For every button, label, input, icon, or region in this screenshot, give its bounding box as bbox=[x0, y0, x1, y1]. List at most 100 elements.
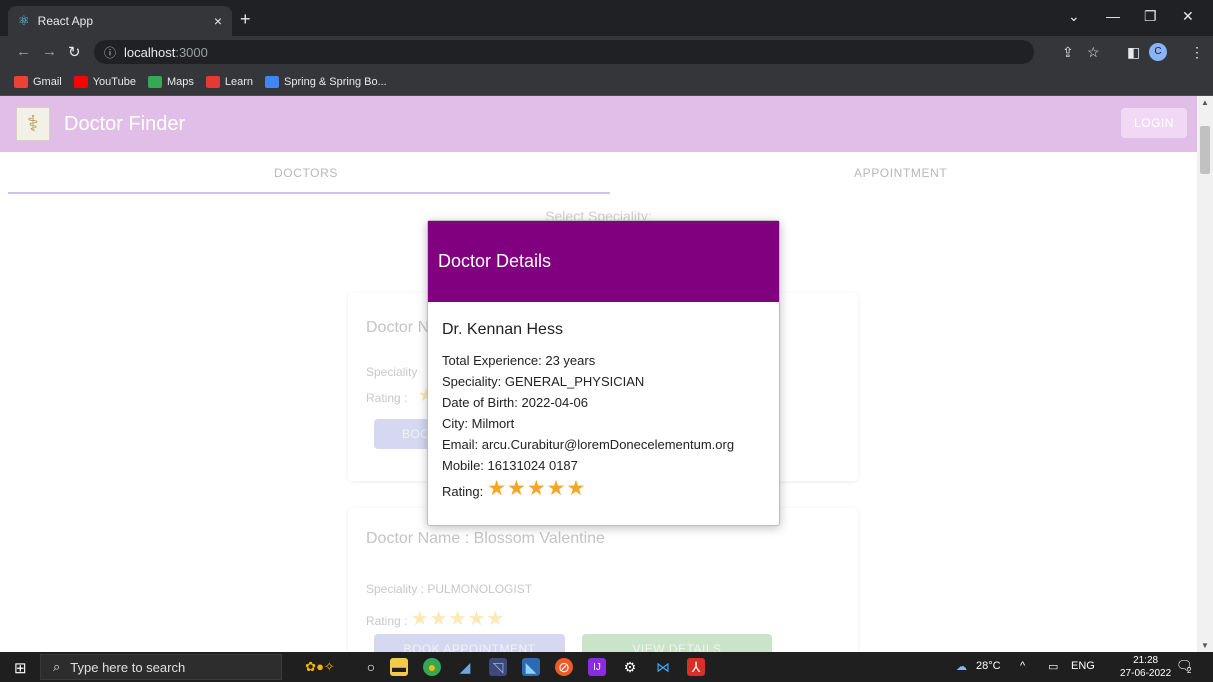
browser-tab[interactable]: ⚛ React App × bbox=[8, 6, 232, 36]
tray-expand-icon[interactable]: ^ bbox=[1020, 660, 1025, 672]
bookmark-maps[interactable]: Maps bbox=[147, 75, 194, 88]
widgets-icon[interactable]: ✿●✧ bbox=[290, 658, 350, 676]
notification-count: 2 bbox=[1187, 666, 1192, 675]
intellij-icon[interactable]: IJ bbox=[588, 658, 606, 676]
share-icon[interactable]: ⇪ bbox=[1062, 44, 1074, 61]
clock[interactable]: 21:28 27-06-2022 bbox=[1120, 654, 1171, 680]
address-bar: ← → ↻ ⓘ localhost:3000 ⇪ ☆ ◧ ⋮ bbox=[0, 36, 1213, 68]
rating-label: Rating : bbox=[366, 391, 408, 405]
gmail-icon bbox=[14, 75, 28, 88]
dialog-mobile: Mobile: 16131024 0187 bbox=[442, 458, 578, 473]
bookmark-learn[interactable]: Learn bbox=[205, 75, 254, 88]
back-icon[interactable]: ← bbox=[16, 43, 31, 60]
snip-icon[interactable]: ◹ bbox=[489, 658, 507, 676]
learn-icon bbox=[205, 75, 220, 88]
app-icon[interactable]: ◢ bbox=[456, 658, 474, 676]
window-close-icon[interactable]: ✕ bbox=[1182, 8, 1194, 25]
clock-date: 27-06-2022 bbox=[1120, 668, 1172, 679]
dialog-experience: Total Experience: 23 years bbox=[442, 353, 596, 368]
info-icon[interactable]: ⓘ bbox=[104, 44, 116, 61]
dialog-email: Email: arcu.Curabitur@loremDonecelementu… bbox=[442, 437, 735, 452]
doctor-card: Doctor Name : Blossom Valentine Speciali… bbox=[348, 508, 858, 652]
scroll-up-icon[interactable]: ▲ bbox=[1201, 98, 1209, 107]
weather-icon[interactable]: ☁ bbox=[956, 660, 967, 673]
windows-start-icon[interactable]: ⊞ bbox=[14, 659, 27, 677]
side-panel-icon[interactable]: ◧ bbox=[1127, 44, 1140, 61]
url-host: localhost bbox=[124, 44, 176, 60]
react-icon: ⚛ bbox=[18, 13, 30, 28]
weather-temp[interactable]: 28°C bbox=[976, 660, 1001, 672]
book-appointment-button[interactable]: BOO bbox=[374, 419, 434, 449]
bookmark-label: Learn bbox=[224, 75, 254, 88]
tab-appointment[interactable]: APPOINTMENT bbox=[854, 166, 947, 180]
search-placeholder: Type here to search bbox=[70, 659, 186, 675]
bookmark-youtube[interactable]: YouTube bbox=[73, 75, 136, 88]
bookmark-label: Gmail bbox=[33, 75, 62, 88]
chrome-icon[interactable]: ● bbox=[423, 658, 441, 676]
book-appointment-button[interactable]: BOOK APPOINTMENT bbox=[374, 634, 565, 652]
dialog-rating: Rating: ★★★★★ bbox=[442, 477, 587, 500]
login-button[interactable]: LOGIN bbox=[1121, 108, 1187, 138]
new-tab-icon[interactable]: + bbox=[240, 9, 251, 30]
forward-icon[interactable]: → bbox=[42, 43, 57, 60]
app-title: Doctor Finder bbox=[64, 112, 186, 135]
url-port: :3000 bbox=[175, 44, 208, 60]
taskbar-search[interactable]: ⌕ Type here to search bbox=[40, 654, 282, 680]
minimize-icon[interactable]: — bbox=[1106, 8, 1120, 24]
doctor-name: Doctor Name : Blossom Valentine bbox=[366, 530, 605, 547]
page-viewport: ⚕ Doctor Finder LOGIN DOCTORS APPOINTMEN… bbox=[0, 96, 1197, 652]
settings-icon[interactable]: ⚙ bbox=[621, 658, 639, 676]
maps-icon bbox=[147, 75, 162, 88]
bookmark-star-icon[interactable]: ☆ bbox=[1087, 44, 1100, 61]
scroll-down-icon[interactable]: ▼ bbox=[1201, 641, 1209, 650]
bookmark-spring[interactable]: Spring & Spring Bo... bbox=[265, 75, 387, 88]
bookmark-label: YouTube bbox=[92, 75, 136, 88]
dialog-city: City: Milmort bbox=[442, 416, 515, 431]
dialog-rating-stars: ★★★★★ bbox=[487, 477, 587, 500]
tab-doctors[interactable]: DOCTORS bbox=[274, 166, 338, 180]
scroll-thumb[interactable] bbox=[1200, 126, 1210, 174]
bookmark-label: Spring & Spring Bo... bbox=[284, 75, 387, 88]
bookmark-label: Maps bbox=[166, 75, 194, 88]
dialog-dob: Date of Birth: 2022-04-06 bbox=[442, 395, 588, 410]
url-input[interactable]: ⓘ localhost:3000 bbox=[94, 40, 1034, 64]
dialog-header: Doctor Details bbox=[428, 221, 779, 302]
rating-label: Rating : ★★★★★ bbox=[366, 606, 505, 631]
file-explorer-icon[interactable]: ▬ bbox=[390, 658, 408, 676]
view-details-button[interactable]: VIEW DETAILS bbox=[582, 634, 772, 652]
bookmarks-bar: Gmail YouTube Maps Learn Spring & Spring… bbox=[0, 68, 1213, 96]
page-scrollbar[interactable]: ▲ ▼ bbox=[1197, 96, 1213, 652]
menu-icon[interactable]: ⋮ bbox=[1190, 44, 1204, 61]
doctor-name: Doctor N bbox=[366, 319, 430, 336]
doctor-speciality: Speciality : PULMONOLOGIST bbox=[366, 582, 533, 596]
docs-icon bbox=[265, 75, 280, 88]
browser-titlebar: ⚛ React App × + ⌄ — ❐ ✕ bbox=[0, 0, 1213, 36]
dialog-speciality: Speciality: GENERAL_PHYSICIAN bbox=[442, 374, 645, 389]
vscode-icon[interactable]: ⋈ bbox=[654, 658, 672, 676]
main-tabs: DOCTORS APPOINTMENT bbox=[8, 152, 1197, 196]
photos-icon[interactable]: ◣ bbox=[522, 658, 540, 676]
caduceus-logo-icon: ⚕ bbox=[16, 107, 50, 141]
reload-icon[interactable]: ↻ bbox=[68, 43, 81, 61]
profile-avatar[interactable]: C bbox=[1149, 43, 1167, 61]
tab-search-icon[interactable]: ⌄ bbox=[1068, 8, 1080, 25]
restore-icon[interactable]: ❐ bbox=[1144, 8, 1157, 25]
search-icon: ⌕ bbox=[53, 659, 61, 674]
youtube-icon bbox=[73, 75, 88, 88]
bookmark-gmail[interactable]: Gmail bbox=[14, 75, 62, 88]
postman-icon[interactable]: ⊘ bbox=[555, 658, 573, 676]
battery-icon[interactable]: ▭ bbox=[1048, 660, 1058, 673]
doctor-speciality: Speciality bbox=[366, 365, 418, 379]
doctor-details-dialog: Doctor Details Dr. Kennan Hess Total Exp… bbox=[427, 220, 780, 526]
tab-title: React App bbox=[37, 14, 94, 28]
task-view-icon[interactable]: ○ bbox=[362, 658, 380, 676]
app-bar: ⚕ Doctor Finder LOGIN bbox=[0, 96, 1197, 152]
rating-stars: ★★★★★ bbox=[410, 608, 506, 630]
dialog-rating-label: Rating: bbox=[442, 484, 484, 499]
acrobat-icon[interactable]: ⅄ bbox=[687, 658, 705, 676]
tab-indicator bbox=[8, 192, 610, 194]
clock-time: 21:28 bbox=[1133, 655, 1159, 666]
rating-label-text: Rating : bbox=[366, 614, 408, 628]
tab-close-icon[interactable]: × bbox=[214, 13, 222, 29]
language-indicator[interactable]: ENG bbox=[1071, 660, 1095, 672]
